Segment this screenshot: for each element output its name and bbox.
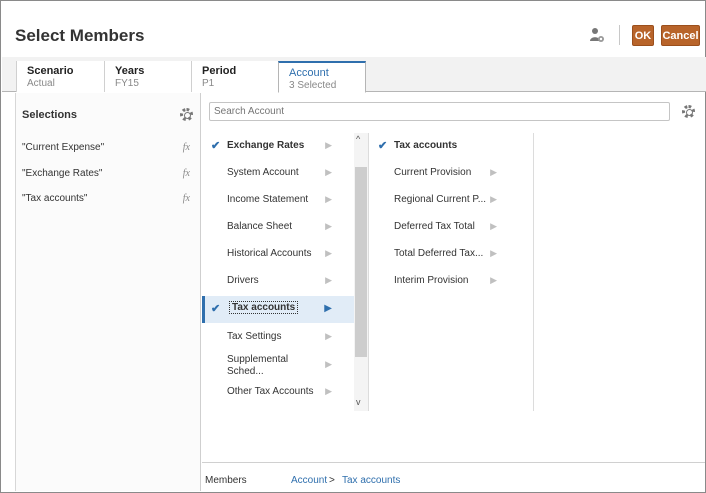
chevron-right-icon[interactable]: ▶ <box>490 275 497 286</box>
member-label: Exchange Rates <box>227 140 305 151</box>
list-item[interactable]: Other Tax Accounts ▶ <box>202 379 354 406</box>
member-label: Historical Accounts <box>227 248 312 259</box>
member-label: Regional Current P... <box>394 194 487 205</box>
list-item[interactable]: System Account ▶ <box>202 160 354 187</box>
tab-value: P1 <box>202 78 215 89</box>
member-label: Drivers <box>227 275 259 286</box>
breadcrumb-account[interactable]: Account <box>291 475 327 486</box>
chevron-right-icon[interactable]: ▶ <box>325 386 332 397</box>
member-label: Tax accounts <box>394 140 458 151</box>
dialog-title: Select Members <box>15 26 145 45</box>
selection-label: "Exchange Rates" <box>22 168 103 179</box>
selections-panel: Selections "Current Expense" fx "Exchang… <box>15 93 201 491</box>
function-icon[interactable]: fx <box>183 168 190 179</box>
selection-item[interactable]: "Current Expense" fx <box>22 142 196 156</box>
member-label: Interim Provision <box>394 275 469 286</box>
check-icon: ✔ <box>378 140 388 152</box>
tab-label: Scenario <box>27 65 74 77</box>
search-input[interactable] <box>209 102 670 121</box>
gear-icon[interactable] <box>682 105 695 118</box>
list-item[interactable]: Tax Settings ▶ <box>202 324 354 351</box>
member-label: Tax accounts <box>229 301 299 314</box>
breadcrumb-separator: > <box>329 475 335 486</box>
list-item[interactable]: Supplemental Sched... ▶ <box>202 352 354 379</box>
chevron-right-icon[interactable]: ▶ <box>325 140 332 151</box>
chevron-right-icon[interactable]: ▶ <box>490 221 497 232</box>
tab-value: 3 Selected <box>289 80 337 91</box>
chevron-right-icon[interactable]: ▶ <box>490 248 497 259</box>
member-label: Balance Sheet <box>227 221 293 232</box>
list-item[interactable]: ✔ Exchange Rates ▶ <box>202 133 354 160</box>
chevron-right-icon[interactable]: ▶ <box>325 194 332 205</box>
member-label: Deferred Tax Total <box>394 221 475 232</box>
member-column-1: ✔ Exchange Rates ▶ System Account ▶ Inco… <box>202 133 368 411</box>
header-divider <box>619 25 620 45</box>
function-icon[interactable]: fx <box>183 193 190 204</box>
selection-item[interactable]: "Exchange Rates" fx <box>22 168 196 182</box>
member-label: System Account <box>227 167 299 178</box>
dimension-tabbar: Scenario Actual Years FY15 Period P1 Acc… <box>2 57 706 93</box>
member-label: Total Deferred Tax... <box>394 248 484 259</box>
gear-icon[interactable] <box>180 108 193 121</box>
member-label: Tax Settings <box>227 331 282 342</box>
scroll-up-icon[interactable]: ^ <box>356 134 360 144</box>
tab-scenario[interactable]: Scenario Actual <box>16 61 104 92</box>
list-item[interactable]: Drivers ▶ <box>202 268 354 295</box>
footer-label: Members <box>205 475 247 486</box>
tab-label: Account <box>289 67 329 79</box>
chevron-right-icon[interactable]: ▶ <box>325 331 332 342</box>
list-item[interactable]: Regional Current P... ▶ <box>369 187 519 214</box>
function-icon[interactable]: fx <box>183 142 190 153</box>
chevron-right-icon[interactable]: ▶ <box>325 221 332 232</box>
check-icon: ✔ <box>211 140 221 152</box>
list-item[interactable]: Income Statement ▶ <box>202 187 354 214</box>
chevron-right-icon[interactable]: ▶ <box>325 359 332 370</box>
list-item[interactable]: Total Deferred Tax... ▶ <box>369 241 519 268</box>
check-icon: ✔ <box>211 303 221 315</box>
cancel-button[interactable]: Cancel <box>661 25 700 46</box>
selections-title: Selections <box>22 109 78 121</box>
column-scrollbar[interactable]: ^ v <box>354 133 368 411</box>
scroll-down-icon[interactable]: v <box>356 397 361 407</box>
tab-value: FY15 <box>115 78 139 89</box>
chevron-right-icon[interactable]: ▶ <box>490 194 497 205</box>
chevron-right-icon[interactable]: ▶ <box>325 248 332 259</box>
tab-label: Years <box>115 65 145 77</box>
member-browser: ✔ Exchange Rates ▶ System Account ▶ Inco… <box>202 93 705 491</box>
list-item[interactable]: Current Provision ▶ <box>369 160 519 187</box>
member-label: Current Provision <box>394 167 472 178</box>
user-settings-icon[interactable] <box>589 27 605 43</box>
list-item-selected[interactable]: ✔ Tax accounts ▶ <box>202 296 354 323</box>
chevron-right-icon[interactable]: ▶ <box>490 167 497 178</box>
tab-period[interactable]: Period P1 <box>191 61 278 92</box>
list-item[interactable]: Balance Sheet ▶ <box>202 214 354 241</box>
chevron-right-icon[interactable]: ▶ <box>325 167 332 178</box>
chevron-right-icon[interactable]: ▶ <box>324 303 332 314</box>
selection-item[interactable]: "Tax accounts" fx <box>22 193 196 207</box>
list-item[interactable]: ✔ Tax accounts <box>369 133 519 160</box>
tab-account[interactable]: Account 3 Selected <box>278 61 366 93</box>
chevron-right-icon[interactable]: ▶ <box>325 275 332 286</box>
members-footer: Members Account > Tax accounts <box>202 462 705 491</box>
member-label: Other Tax Accounts <box>227 386 314 397</box>
tab-years[interactable]: Years FY15 <box>104 61 191 92</box>
list-item[interactable]: Interim Provision ▶ <box>369 268 519 295</box>
dialog-header: Select Members OK Cancel <box>1 1 705 57</box>
list-item[interactable]: Deferred Tax Total ▶ <box>369 214 519 241</box>
tab-label: Period <box>202 65 237 77</box>
member-column-2: ✔ Tax accounts Current Provision ▶ Regio… <box>368 133 534 411</box>
select-members-dialog: Select Members OK Cancel Scenario Actual… <box>0 0 706 493</box>
scrollbar-thumb[interactable] <box>355 167 367 357</box>
tab-value: Actual <box>27 78 55 89</box>
ok-button[interactable]: OK <box>632 25 654 46</box>
member-label: Income Statement <box>227 194 309 205</box>
list-item[interactable]: Historical Accounts ▶ <box>202 241 354 268</box>
selection-label: "Current Expense" <box>22 142 105 153</box>
breadcrumb-tax-accounts[interactable]: Tax accounts <box>342 475 400 486</box>
selection-label: "Tax accounts" <box>22 193 88 204</box>
member-label: Supplemental Sched... <box>227 354 289 377</box>
